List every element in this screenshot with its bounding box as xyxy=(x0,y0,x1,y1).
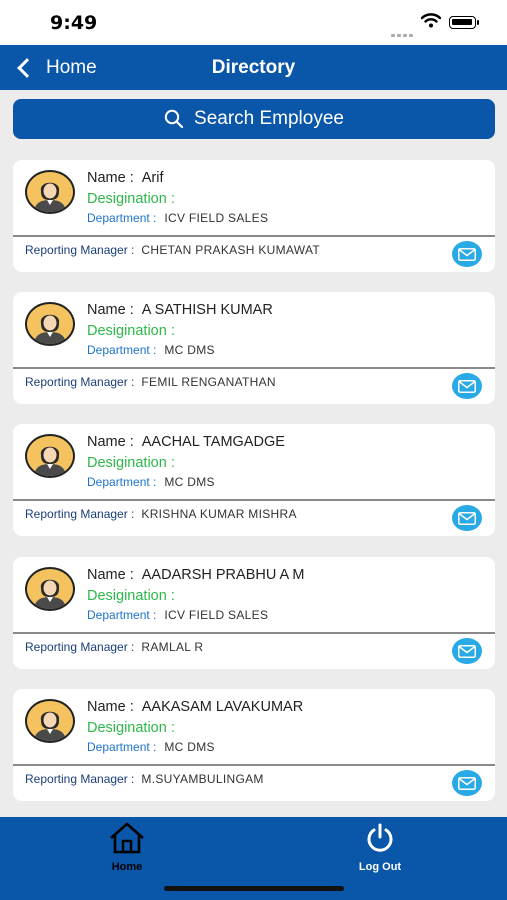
avatar-icon xyxy=(25,302,75,346)
employee-department: ICV FIELD SALES xyxy=(164,608,269,622)
employee-department: ICV FIELD SALES xyxy=(164,211,269,225)
status-time: 9:49 xyxy=(50,12,98,34)
reporting-manager-name: KRISHNA KUMAR MISHRA xyxy=(141,507,297,521)
department-line: Department : MC DMS xyxy=(87,343,215,357)
department-line: Department : ICV FIELD SALES xyxy=(87,608,268,622)
reporting-manager-line: Reporting Manager : M.SUYAMBULINGAM xyxy=(25,772,264,786)
tab-logout[interactable]: Log Out xyxy=(340,821,420,873)
department-label: Department : xyxy=(87,608,157,622)
name-label: Name : xyxy=(87,434,134,450)
designation-label: Desigination : xyxy=(87,455,175,471)
reporting-manager-line: Reporting Manager : KRISHNA KUMAR MISHRA xyxy=(25,507,297,521)
department-line: Department : MC DMS xyxy=(87,475,215,489)
designation-line: Desigination : xyxy=(87,720,175,736)
avatar-icon xyxy=(25,434,75,478)
designation-label: Desigination : xyxy=(87,720,175,736)
designation-label: Desigination : xyxy=(87,191,175,207)
battery-icon xyxy=(449,16,476,29)
department-label: Department : xyxy=(87,740,157,754)
battery-tip xyxy=(477,20,479,25)
name-label: Name : xyxy=(87,170,134,186)
reporting-manager-line: Reporting Manager : FEMIL RENGANATHAN xyxy=(25,375,276,389)
divider xyxy=(13,764,495,766)
employee-department: MC DMS xyxy=(164,740,215,754)
employee-card[interactable]: Name : A SATHISH KUMAR Desigination : Dep… xyxy=(13,292,495,404)
name-label: Name : xyxy=(87,302,134,318)
employee-card[interactable]: Name : AACHAL TAMGADGE Desigination : Dep… xyxy=(13,424,495,536)
reporting-manager-label: Reporting Manager : xyxy=(25,640,135,654)
employee-department: MC DMS xyxy=(164,475,215,489)
avatar-icon xyxy=(25,567,75,611)
department-label: Department : xyxy=(87,343,157,357)
avatar-icon xyxy=(25,699,75,743)
employee-card[interactable]: Name : AAKASAM LAVAKUMAR Desigination : D… xyxy=(13,689,495,801)
divider xyxy=(13,367,495,369)
name-label: Name : xyxy=(87,567,134,583)
mail-icon[interactable] xyxy=(452,505,482,531)
wifi-icon xyxy=(420,13,442,33)
employee-name: Arif xyxy=(141,170,164,186)
employee-name-line: Name : AACHAL TAMGADGE xyxy=(87,434,285,450)
mail-icon[interactable] xyxy=(452,638,482,664)
reporting-manager-name: RAMLAL R xyxy=(141,640,204,654)
reporting-manager-label: Reporting Manager : xyxy=(25,507,135,521)
department-line: Department : MC DMS xyxy=(87,740,215,754)
reporting-manager-label: Reporting Manager : xyxy=(25,243,135,257)
mail-icon[interactable] xyxy=(452,241,482,267)
tab-home[interactable]: Home xyxy=(87,821,167,873)
reporting-manager-line: Reporting Manager : RAMLAL R xyxy=(25,640,203,654)
employee-name: AAKASAM LAVAKUMAR xyxy=(141,699,304,715)
employee-name-line: Name : Arif xyxy=(87,170,164,186)
divider xyxy=(13,235,495,237)
nav-bar: Directory Home xyxy=(0,45,507,90)
mail-icon[interactable] xyxy=(452,770,482,796)
back-label: Home xyxy=(46,56,97,78)
back-button[interactable]: Home xyxy=(14,45,97,90)
employee-name: AACHAL TAMGADGE xyxy=(141,434,285,450)
designation-label: Desigination : xyxy=(87,323,175,339)
reporting-manager-name: FEMIL RENGANATHAN xyxy=(141,375,276,389)
home-icon xyxy=(110,822,144,854)
cellular-signal-icon xyxy=(391,24,415,42)
reporting-manager-name: M.SUYAMBULINGAM xyxy=(141,772,264,786)
designation-line: Desigination : xyxy=(87,191,175,207)
search-icon xyxy=(164,109,184,129)
department-label: Department : xyxy=(87,211,157,225)
employee-card[interactable]: Name : Arif Desigination : Department : IC… xyxy=(13,160,495,272)
status-bar: 9:49 xyxy=(0,0,507,45)
tab-logout-label: Log Out xyxy=(358,861,402,873)
employee-department: MC DMS xyxy=(164,343,215,357)
chevron-left-icon xyxy=(17,57,37,78)
avatar-icon xyxy=(25,170,75,214)
reporting-manager-line: Reporting Manager : CHETAN PRAKASH KUMAWA… xyxy=(25,243,320,257)
employee-name-line: Name : A SATHISH KUMAR xyxy=(87,302,273,318)
designation-line: Desigination : xyxy=(87,323,175,339)
search-label: Search Employee xyxy=(194,108,344,129)
employee-name: A SATHISH KUMAR xyxy=(141,302,273,318)
department-label: Department : xyxy=(87,475,157,489)
mail-icon[interactable] xyxy=(452,373,482,399)
employee-name: AADARSH PRABHU A M xyxy=(141,567,305,583)
tab-home-label: Home xyxy=(111,861,143,873)
reporting-manager-label: Reporting Manager : xyxy=(25,772,135,786)
divider xyxy=(13,632,495,634)
employee-name-line: Name : AADARSH PRABHU A M xyxy=(87,567,305,583)
home-indicator xyxy=(164,886,344,891)
designation-label: Desigination : xyxy=(87,588,175,604)
search-employee-button[interactable]: Search Employee xyxy=(13,99,495,139)
department-line: Department : ICV FIELD SALES xyxy=(87,211,268,225)
reporting-manager-name: CHETAN PRAKASH KUMAWAT xyxy=(141,243,321,257)
designation-line: Desigination : xyxy=(87,588,175,604)
power-icon xyxy=(367,823,393,852)
divider xyxy=(13,499,495,501)
name-label: Name : xyxy=(87,699,134,715)
employee-card[interactable]: Name : AADARSH PRABHU A M Desigination : … xyxy=(13,557,495,669)
designation-line: Desigination : xyxy=(87,455,175,471)
reporting-manager-label: Reporting Manager : xyxy=(25,375,135,389)
employee-name-line: Name : AAKASAM LAVAKUMAR xyxy=(87,699,303,715)
